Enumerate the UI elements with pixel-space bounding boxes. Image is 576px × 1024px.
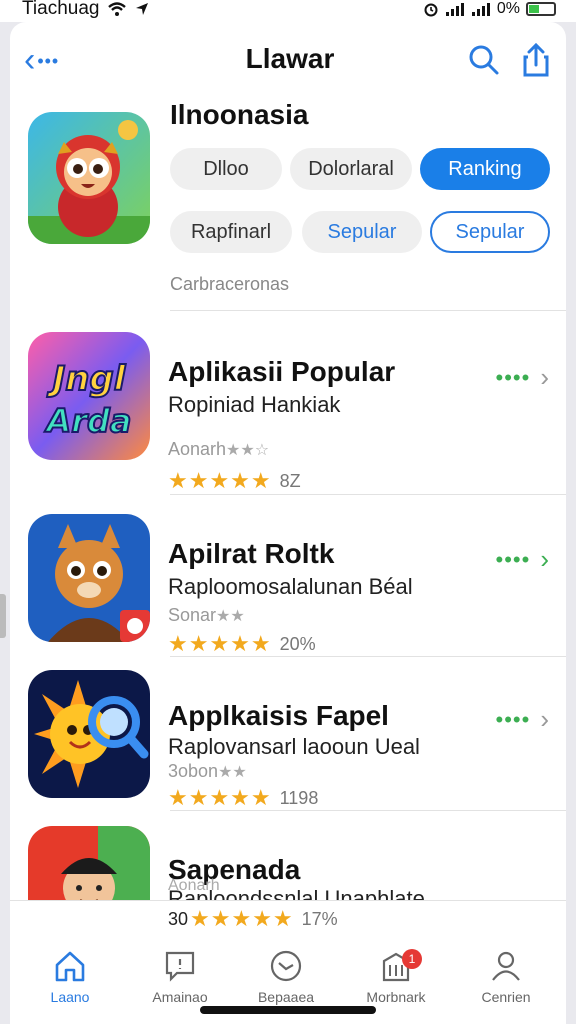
- location-icon: [136, 3, 149, 15]
- app-subtitle: Raploomosalalunan Béal: [168, 574, 413, 599]
- divider: [170, 310, 566, 311]
- svg-text:Arda: Arda: [43, 402, 131, 440]
- share-icon[interactable]: [516, 40, 556, 80]
- tab-home[interactable]: Laano: [20, 949, 120, 1024]
- fox-monk-icon: [28, 514, 150, 642]
- chevron-left-icon: ‹: [24, 41, 36, 79]
- app-meta: Aonarh★★☆: [168, 438, 269, 462]
- app-rating: ★★★★★ 8Z: [168, 469, 301, 493]
- battery-icon: [526, 2, 556, 16]
- app-subtitle: Raplovansarl laooun Ueal: [168, 734, 420, 759]
- chip-filter-4[interactable]: Rapfinarl: [170, 211, 292, 253]
- message-icon: [165, 951, 195, 982]
- app-screen: ‹ ••• Llawar Ilnoonasia Dlloo Dolorlaral…: [10, 22, 566, 1024]
- rating-count: 1198: [279, 788, 319, 808]
- list-item[interactable]: Jngl Arda Aplikasii Popular Ropiniad Han…: [10, 322, 566, 493]
- app-title: Aplikasii Popular: [168, 356, 396, 387]
- app-rating: ★★★★★ 20%: [168, 632, 316, 656]
- divider: [170, 656, 566, 657]
- tab-profile[interactable]: Cenrien: [456, 949, 556, 1024]
- home-icon: [55, 951, 85, 982]
- signal-icon: [445, 3, 464, 16]
- rating-prefix: 30: [168, 909, 189, 929]
- chip-filter-5[interactable]: Sepular: [302, 211, 422, 253]
- rating-count: 20%: [279, 634, 316, 654]
- navigation-bar: ‹ ••• Llawar: [10, 22, 566, 102]
- owl-character-icon[interactable]: [28, 112, 150, 244]
- tab-label: Laano: [50, 989, 90, 1005]
- rating-stars: ★★★★★: [190, 906, 294, 931]
- category-label: Carbraceronas: [170, 274, 290, 294]
- app-meta: Sonar★★: [168, 604, 245, 628]
- chip-ranking[interactable]: Ranking: [420, 148, 550, 190]
- rating-stars: ★★★★★: [168, 785, 272, 810]
- status-right: 0%: [423, 0, 556, 18]
- app-rating: ★★★★★ 1198: [168, 786, 318, 810]
- rating-stars: ★★★★★: [168, 468, 272, 493]
- more-dots-icon: ••••: [495, 364, 531, 390]
- list-item[interactable]: Apilrat Roltk Raploomosalalunan Béal Son…: [10, 506, 566, 656]
- tab-label: Bepaaea: [257, 989, 315, 1005]
- more-dots-icon: ••••: [495, 706, 531, 732]
- app-subtitle: Ropiniad Hankiak: [168, 392, 341, 417]
- tab-label: Amainao: [152, 989, 208, 1005]
- alarm-icon: [424, 3, 438, 17]
- meta-stars-icon: ★★: [216, 608, 245, 625]
- chip-filter-1[interactable]: Dlloo: [170, 148, 282, 190]
- divider: [170, 494, 566, 495]
- more-dots-icon: •••: [37, 50, 60, 71]
- meta-stars-icon: ★★: [218, 764, 247, 781]
- wifi-icon: [108, 2, 127, 16]
- rating-count: 17%: [301, 909, 338, 929]
- app-title: Apilrat Roltk: [168, 538, 335, 569]
- chevron-right-icon: ›: [540, 362, 550, 392]
- chip-filter-2[interactable]: Dolorlaral: [290, 148, 412, 190]
- chip-filter-6[interactable]: Sepular: [430, 211, 550, 253]
- divider: [170, 810, 566, 811]
- app-meta-label: Aonarh: [168, 439, 227, 459]
- chevron-right-icon: ›: [540, 544, 550, 574]
- battery-percent: 0%: [496, 0, 520, 17]
- sun-magnifier-icon: [28, 670, 150, 798]
- app-meta-label: 3obon: [168, 761, 219, 781]
- app-meta-partial: Aonarh: [168, 877, 220, 894]
- status-left: Tiachuag: [22, 0, 149, 18]
- search-icon[interactable]: [464, 40, 504, 80]
- meta-stars-icon: ★★☆: [226, 442, 270, 459]
- app-meta-label: Sonar: [168, 605, 217, 625]
- carrier-label: Tiachuag: [22, 0, 100, 19]
- app-meta: 3obon★★: [168, 760, 247, 784]
- clock-icon: [270, 950, 302, 982]
- chevron-right-icon: ›: [540, 704, 550, 734]
- person-icon: [492, 951, 520, 981]
- more-options[interactable]: •••• ›: [496, 704, 550, 735]
- section-title: Ilnoonasia: [170, 99, 309, 130]
- more-options[interactable]: •••• ›: [496, 362, 550, 393]
- tab-label: Morbnark: [366, 989, 426, 1005]
- jingle-art-icon: Jngl Arda: [28, 332, 150, 460]
- app-rating-partial: 30 ★★★★★ 17%: [168, 907, 338, 931]
- status-bar: Tiachuag 0%: [0, 0, 576, 22]
- tab-label: Cenrien: [481, 989, 531, 1005]
- page-title: Llawar: [245, 43, 335, 74]
- rating-count: 8Z: [279, 471, 301, 491]
- rating-stars: ★★★★★: [168, 631, 272, 656]
- svg-text:Jngl: Jngl: [47, 359, 127, 399]
- back-button[interactable]: ‹ •••: [24, 40, 84, 80]
- more-dots-icon: ••••: [495, 546, 531, 572]
- notification-badge: 1: [402, 949, 422, 969]
- list-item[interactable]: Applkaisis Fapel Raplovansarl laooun Uea…: [10, 668, 566, 818]
- app-title: Applkaisis Fapel: [168, 700, 389, 731]
- more-options[interactable]: •••• ›: [496, 544, 550, 575]
- side-handle: [0, 594, 6, 638]
- home-indicator: [200, 1006, 376, 1014]
- signal-icon-2: [471, 3, 490, 16]
